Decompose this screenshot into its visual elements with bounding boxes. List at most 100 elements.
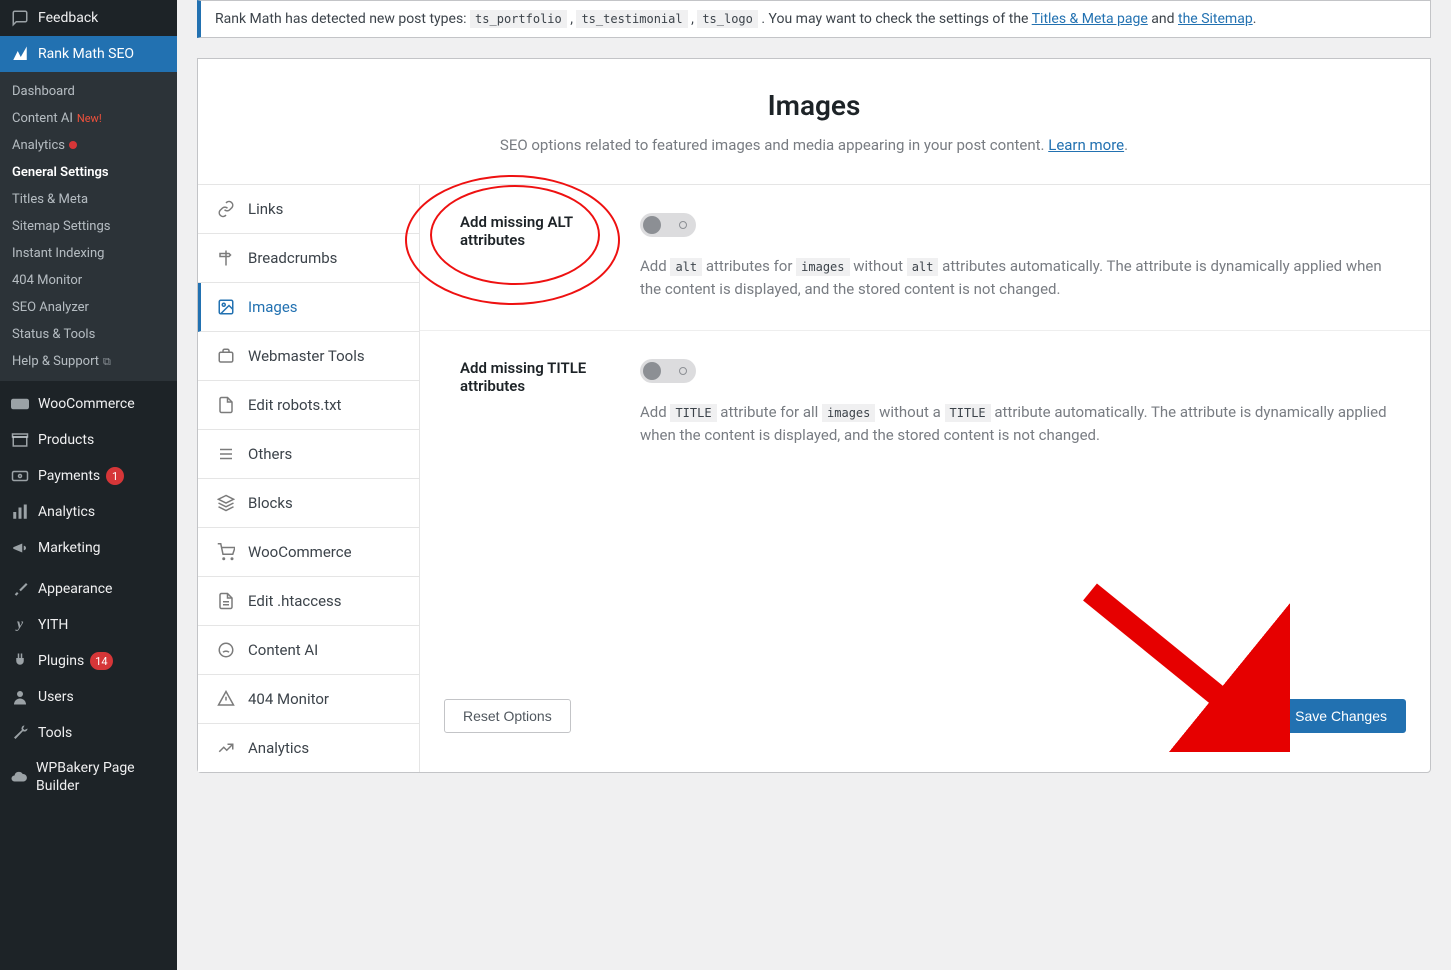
bar-chart-icon xyxy=(10,502,30,522)
tab-webmaster-tools[interactable]: Webmaster Tools xyxy=(198,332,419,381)
tab-label: Blocks xyxy=(248,494,293,512)
setting-description: Add alt attributes for images without al… xyxy=(640,255,1390,302)
menu-label: Rank Math SEO xyxy=(38,46,134,62)
image-icon xyxy=(216,297,236,317)
setting-label: Add missing ALT attributes xyxy=(460,213,640,302)
brush-icon xyxy=(10,579,30,599)
link-learn-more[interactable]: Learn more xyxy=(1048,136,1124,154)
tab-others[interactable]: Others xyxy=(198,430,419,479)
tab-blocks[interactable]: Blocks xyxy=(198,479,419,528)
menu-plugins[interactable]: Plugins 14 xyxy=(0,643,177,679)
plug-icon xyxy=(10,651,30,671)
tab-label: Analytics xyxy=(248,739,309,757)
file-text-icon xyxy=(216,591,236,611)
menu-label: Plugins xyxy=(38,653,84,669)
submenu-seo-analyzer[interactable]: SEO Analyzer xyxy=(0,294,177,321)
menu-label: WPBakery Page Builder xyxy=(36,759,167,795)
tab-htaccess[interactable]: Edit .htaccess xyxy=(198,577,419,626)
submenu-titles-meta[interactable]: Titles & Meta xyxy=(0,186,177,213)
tab-analytics[interactable]: Analytics xyxy=(198,724,419,772)
menu-yith[interactable]: y YITH xyxy=(0,607,177,643)
menu-label: Analytics xyxy=(38,504,95,520)
tab-breadcrumbs[interactable]: Breadcrumbs xyxy=(198,234,419,283)
tab-label: Images xyxy=(248,298,298,316)
money-icon xyxy=(10,466,30,486)
tab-label: Webmaster Tools xyxy=(248,347,365,365)
menu-label: Tools xyxy=(38,725,72,741)
submenu-general-settings[interactable]: General Settings xyxy=(0,159,177,186)
file-icon xyxy=(216,395,236,415)
panel-footer: Reset Options Save Changes xyxy=(420,675,1430,757)
tab-404-monitor[interactable]: 404 Monitor xyxy=(198,675,419,724)
tab-label: Breadcrumbs xyxy=(248,249,337,267)
tab-label: WooCommerce xyxy=(248,543,352,561)
submenu-dashboard[interactable]: Dashboard xyxy=(0,78,177,105)
submenu-status-tools[interactable]: Status & Tools xyxy=(0,321,177,348)
tab-robots[interactable]: Edit robots.txt xyxy=(198,381,419,430)
tab-links[interactable]: Links xyxy=(198,185,419,234)
menu-rankmath[interactable]: Rank Math SEO xyxy=(0,36,177,72)
link-sitemap[interactable]: the Sitemap xyxy=(1178,11,1253,27)
link-titles-meta[interactable]: Titles & Meta page xyxy=(1032,11,1148,27)
badge-count: 14 xyxy=(90,652,112,670)
menu-marketing[interactable]: Marketing xyxy=(0,530,177,566)
menu-woocommerce[interactable]: WooCommerce xyxy=(0,386,177,422)
page-description: SEO options related to featured images a… xyxy=(238,136,1390,154)
badge-count: 1 xyxy=(106,467,124,485)
code-tag: ts_testimonial xyxy=(576,10,687,28)
dot-indicator xyxy=(69,141,77,149)
menu-appearance[interactable]: Appearance xyxy=(0,571,177,607)
submenu-analytics[interactable]: Analytics xyxy=(0,132,177,159)
reset-button[interactable]: Reset Options xyxy=(444,699,571,733)
submenu-instant-indexing[interactable]: Instant Indexing xyxy=(0,240,177,267)
briefcase-icon xyxy=(216,346,236,366)
rankmath-icon xyxy=(10,44,30,64)
speech-icon xyxy=(10,8,30,28)
menu-label: Payments xyxy=(38,468,100,484)
setting-title-attributes: Add missing TITLE attributes Add TITLE a… xyxy=(420,331,1430,476)
tab-content-ai[interactable]: Content AI xyxy=(198,626,419,675)
tab-images[interactable]: Images xyxy=(198,283,419,332)
menu-wpbakery[interactable]: WPBakery Page Builder xyxy=(0,751,177,803)
user-icon xyxy=(10,687,30,707)
woo-icon xyxy=(10,394,30,414)
page-title: Images xyxy=(238,89,1390,122)
menu-label: Appearance xyxy=(38,581,112,597)
tab-label: 404 Monitor xyxy=(248,690,329,708)
settings-panel: Images SEO options related to featured i… xyxy=(197,58,1431,773)
toggle-title[interactable] xyxy=(640,359,696,383)
setting-alt-attributes: Add missing ALT attributes Add alt attri… xyxy=(420,185,1430,331)
wrench-icon xyxy=(10,723,30,743)
main-content: Rank Math has detected new post types: t… xyxy=(177,0,1451,970)
notice-new-post-types: Rank Math has detected new post types: t… xyxy=(197,0,1431,38)
submenu-help-support[interactable]: Help & Support⧉ xyxy=(0,348,177,375)
save-button[interactable]: Save Changes xyxy=(1276,699,1406,733)
toggle-alt[interactable] xyxy=(640,213,696,237)
signpost-icon xyxy=(216,248,236,268)
submenu-404-monitor[interactable]: 404 Monitor xyxy=(0,267,177,294)
menu-users[interactable]: Users xyxy=(0,679,177,715)
settings-tabs: Links Breadcrumbs Images Webmaster Tools xyxy=(198,185,420,772)
ai-icon xyxy=(216,640,236,660)
menu-tools[interactable]: Tools xyxy=(0,715,177,751)
cart-icon xyxy=(216,542,236,562)
trend-icon xyxy=(216,738,236,758)
menu-analytics[interactable]: Analytics xyxy=(0,494,177,530)
admin-sidebar: Feedback Rank Math SEO Dashboard Content… xyxy=(0,0,177,970)
menu-label: Feedback xyxy=(38,10,98,26)
menu-label: Marketing xyxy=(38,540,101,556)
tab-woocommerce[interactable]: WooCommerce xyxy=(198,528,419,577)
setting-label: Add missing TITLE attributes xyxy=(460,359,640,448)
cloud-icon xyxy=(10,767,28,787)
code-tag: ts_logo xyxy=(697,10,758,28)
menu-feedback[interactable]: Feedback xyxy=(0,0,177,36)
setting-description: Add TITLE attribute for all images witho… xyxy=(640,401,1390,448)
panel-header: Images SEO options related to featured i… xyxy=(198,59,1430,184)
submenu-sitemap[interactable]: Sitemap Settings xyxy=(0,213,177,240)
menu-payments[interactable]: Payments 1 xyxy=(0,458,177,494)
menu-products[interactable]: Products xyxy=(0,422,177,458)
link-icon xyxy=(216,199,236,219)
menu-label: Products xyxy=(38,432,94,448)
tab-content: Add missing ALT attributes Add alt attri… xyxy=(420,185,1430,772)
submenu-content-ai[interactable]: Content AINew! xyxy=(0,105,177,132)
